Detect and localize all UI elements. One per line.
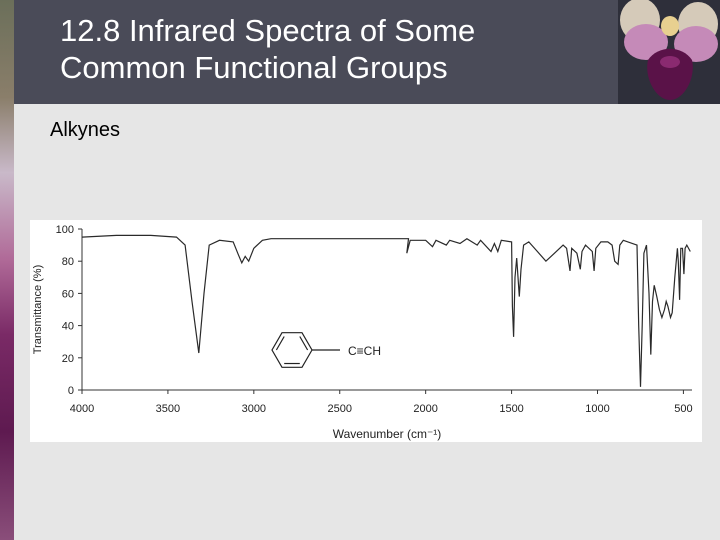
x-tick-label: 2000 <box>413 403 437 415</box>
ir-spectrum-chart: 0 20 40 60 80 100 4000 3500 3000 2500 2000 1500 1000… <box>32 224 693 441</box>
phenylacetylene-structure <box>271 332 340 368</box>
x-axis-label: Wavenumber (cm⁻¹) <box>333 427 442 441</box>
left-orchid-decoration <box>0 0 14 540</box>
orchid-graphic <box>620 0 718 100</box>
chart-axes: 0 20 40 60 80 100 4000 3500 3000 2500 2000 1500 1000… <box>32 224 693 441</box>
y-tick-label: 0 <box>68 385 74 397</box>
spectrum-line <box>81 234 691 387</box>
y-tick-label: 20 <box>62 353 74 365</box>
slide-title: 12.8 Infrared Spectra of Some Common Fun… <box>60 13 476 85</box>
y-tick-label: 100 <box>56 224 74 236</box>
x-tick-label: 500 <box>674 403 692 415</box>
ir-spectrum-panel: 0 20 40 60 80 100 4000 3500 3000 2500 2000 1500 1000… <box>30 220 702 442</box>
section-subtitle: Alkynes <box>50 119 121 141</box>
benzene-ring <box>271 332 313 368</box>
x-tick-label: 3500 <box>156 403 180 415</box>
x-tick-label: 3000 <box>242 403 266 415</box>
y-tick-label: 40 <box>62 321 74 333</box>
ring-double-bond <box>275 336 285 351</box>
x-tick-label: 4000 <box>70 403 94 415</box>
x-tick-label: 1000 <box>585 403 609 415</box>
molecule-label: C≡CH <box>348 344 381 358</box>
y-tick-label: 60 <box>62 288 74 300</box>
x-tick-label: 1500 <box>499 403 523 415</box>
y-axis-label: Transmittance (%) <box>32 265 44 354</box>
x-tick-label: 2500 <box>328 403 352 415</box>
y-tick-label: 80 <box>62 256 74 268</box>
ring-double-bond <box>299 336 309 351</box>
title-bar: 12.8 Infrared Spectra of Some Common Fun… <box>14 0 618 104</box>
orchid-image <box>618 0 720 104</box>
